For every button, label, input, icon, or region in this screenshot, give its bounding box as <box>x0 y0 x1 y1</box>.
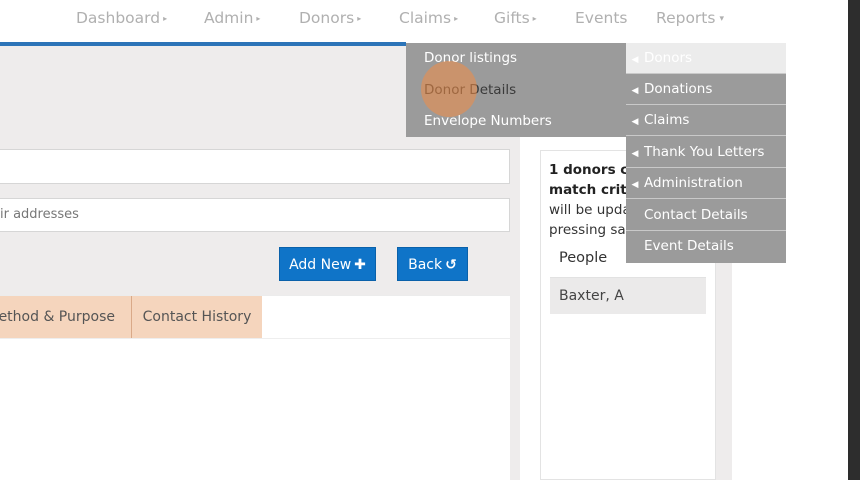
top-navigation: Dashboard ▸ Admin ▸ Donors ▸ Claims ▸ Gifts ▸… <box>0 0 860 42</box>
caret-right-icon: ▸ <box>163 14 168 23</box>
nav-dashboard[interactable]: Dashboard ▸ <box>76 9 167 27</box>
caret-left-icon: ◀ <box>631 149 639 159</box>
tabs-underline <box>0 338 510 339</box>
nav-events[interactable]: Events <box>575 9 627 27</box>
caret-right-icon: ▸ <box>256 14 261 23</box>
nav-gifts-label: Gifts <box>494 9 530 27</box>
menu-item-label: Event Details <box>644 238 734 254</box>
back-button[interactable]: Back ↺ <box>397 247 468 281</box>
nav-donors-label: Donors <box>299 9 355 27</box>
add-new-button[interactable]: Add New ✚ <box>279 247 376 281</box>
caret-right-icon: ▸ <box>532 14 537 23</box>
caret-left-icon: ◀ <box>631 86 639 96</box>
menu-item-reports-donors[interactable]: ◀ Donors <box>626 43 786 74</box>
nav-gifts[interactable]: Gifts ▸ <box>494 9 537 27</box>
people-row-name: Baxter, A <box>559 288 624 304</box>
tab-method-purpose-label: Method & Purpose <box>0 309 115 325</box>
nav-reports-label: Reports <box>656 9 716 27</box>
address-field[interactable]: ir addresses <box>0 198 510 232</box>
menu-item-label: Donors <box>644 50 693 66</box>
back-label: Back <box>408 257 443 273</box>
nav-admin[interactable]: Admin ▸ <box>204 9 260 27</box>
tab-method-purpose[interactable]: Method & Purpose <box>0 296 131 338</box>
tab-contact-history-label: Contact History <box>142 309 252 325</box>
reports-dropdown-menu: ◀ Donors ◀ Donations ◀ Claims ◀ Thank You Le… <box>626 43 786 263</box>
menu-item-reports-claims[interactable]: ◀ Claims <box>626 105 786 136</box>
address-field-placeholder: ir addresses <box>0 207 79 222</box>
menu-item-label: Claims <box>644 112 690 128</box>
menu-item-label: Thank You Letters <box>644 144 765 160</box>
menu-item-reports-donations[interactable]: ◀ Donations <box>626 74 786 105</box>
caret-left-icon: ◀ <box>631 117 639 127</box>
tab-contact-history[interactable]: Contact History <box>132 296 262 338</box>
nav-reports[interactable]: Reports ▾ <box>656 9 724 27</box>
click-indicator <box>421 61 477 117</box>
menu-item-reports-thank-you-letters[interactable]: ◀ Thank You Letters <box>626 137 786 168</box>
nav-donors[interactable]: Donors ▸ <box>299 9 361 27</box>
table-row[interactable]: Baxter, A <box>550 278 706 314</box>
people-header-label: People <box>559 250 608 266</box>
menu-item-reports-event-details[interactable]: Event Details <box>626 231 786 262</box>
caret-left-icon: ◀ <box>631 180 639 190</box>
nav-events-label: Events <box>575 9 628 27</box>
nav-claims[interactable]: Claims ▸ <box>399 9 458 27</box>
menu-item-reports-administration[interactable]: ◀ Administration <box>626 168 786 199</box>
nav-dashboard-label: Dashboard <box>76 9 161 27</box>
caret-right-icon: ▸ <box>357 14 362 23</box>
nav-admin-label: Admin <box>204 9 254 27</box>
undo-icon: ↺ <box>445 257 457 273</box>
caret-right-icon: ▸ <box>454 14 459 23</box>
side-panel-message-normal: will be updat pressing sav <box>549 202 637 238</box>
menu-item-label: Administration <box>644 175 743 191</box>
menu-item-label: Contact Details <box>644 207 748 223</box>
add-new-label: Add New <box>289 257 352 273</box>
menu-item-reports-contact-details[interactable]: Contact Details <box>626 200 786 231</box>
caret-left-icon: ◀ <box>631 55 639 65</box>
window-edge <box>848 0 860 480</box>
caret-down-icon: ▾ <box>719 13 724 24</box>
text-field-1[interactable] <box>0 149 510 184</box>
menu-item-label: Donations <box>644 81 713 97</box>
nav-claims-label: Claims <box>399 9 452 27</box>
plus-icon: ✚ <box>354 257 366 273</box>
